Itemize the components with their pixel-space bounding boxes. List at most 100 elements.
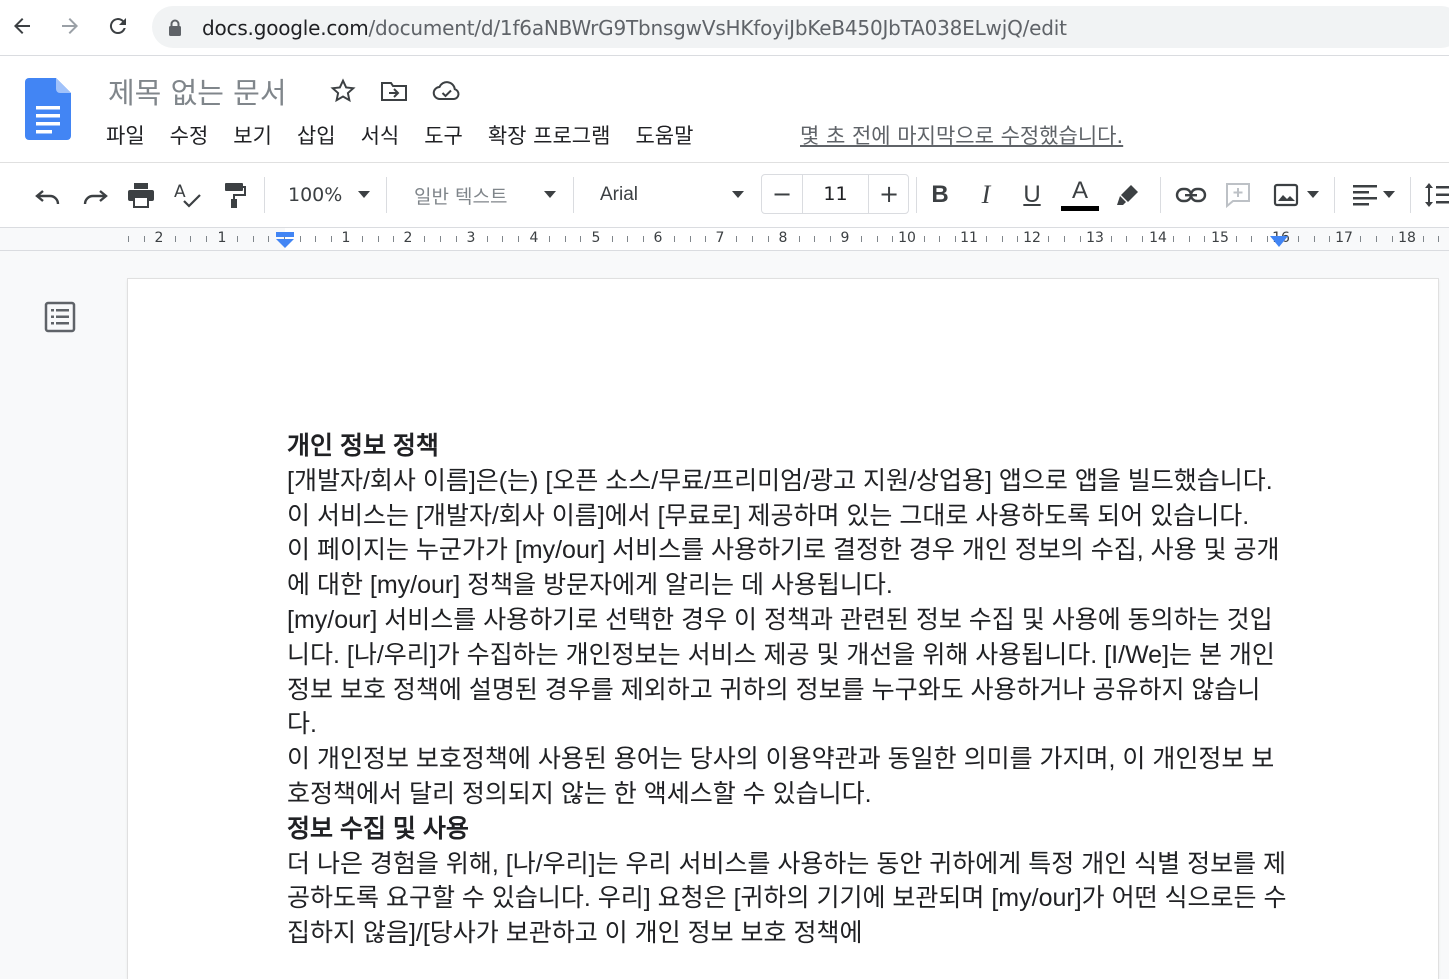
right-indent-marker-icon[interactable] [1269, 236, 1289, 248]
insert-link-button[interactable] [1173, 177, 1209, 213]
menu-file[interactable]: 파일 [106, 120, 145, 150]
back-button[interactable] [4, 8, 40, 44]
menu-insert[interactable]: 삽입 [297, 120, 336, 150]
font-size-input[interactable]: 11 [803, 175, 868, 213]
underline-icon: U [1023, 181, 1041, 208]
svg-text:A: A [174, 182, 186, 202]
underline-button[interactable]: U [1014, 177, 1050, 213]
ruler-tick [1329, 236, 1330, 242]
document-page[interactable]: 개인 정보 정책 [개발자/회사 이름]은(는) [오픈 소스/무료/프리미엄/… [128, 279, 1438, 979]
ruler-number: 1 [341, 230, 351, 246]
ruler-tick [253, 236, 254, 242]
menu-edit[interactable]: 수정 [170, 120, 209, 150]
menu-view[interactable]: 보기 [233, 120, 272, 150]
align-dropdown-icon [1383, 191, 1395, 198]
ruler-number: 5 [591, 230, 601, 246]
line-spacing-icon [1425, 183, 1449, 207]
line-spacing-button[interactable] [1424, 177, 1449, 213]
text-color-icon: A [1071, 177, 1088, 204]
redo-button[interactable] [77, 177, 113, 213]
menu-format[interactable]: 서식 [361, 120, 400, 150]
decrease-font-size-button[interactable]: − [762, 175, 802, 213]
document-outline-icon[interactable] [44, 301, 76, 333]
menu-tools[interactable]: 도구 [424, 120, 463, 150]
ruler-number: 2 [154, 230, 164, 246]
print-button[interactable] [123, 177, 159, 213]
ruler-tick [1314, 236, 1315, 242]
ruler-tick [814, 236, 815, 242]
ruler-tick [768, 236, 769, 242]
font-value: Arial [600, 184, 639, 205]
docs-header: 제목 없는 문서 파일 수정 보기 삽입 서식 도구 확장 프로그램 도움말 몇… [0, 56, 1449, 163]
ruler-number: 8 [778, 230, 788, 246]
ruler-tick [861, 236, 862, 242]
align-button[interactable] [1348, 177, 1400, 213]
paint-format-button[interactable] [216, 177, 252, 213]
document-canvas: 개인 정보 정책 [개발자/회사 이름]은(는) [오픈 소스/무료/프리미엄/… [0, 251, 1449, 979]
spellcheck-button[interactable]: A [169, 177, 205, 213]
ruler-tick [144, 236, 145, 242]
last-edit-link[interactable]: 몇 초 전에 마지막으로 수정했습니다. [800, 120, 1123, 150]
url-host: docs.google.com [202, 16, 369, 40]
ruler-tick [736, 236, 737, 242]
toolbar-separator [573, 177, 574, 213]
forward-arrow-icon [62, 18, 78, 34]
toolbar-separator [1410, 177, 1411, 213]
menu-extensions[interactable]: 확장 프로그램 [488, 120, 611, 150]
bold-button[interactable]: B [922, 177, 958, 213]
toolbar-separator [264, 177, 265, 213]
document-title[interactable]: 제목 없는 문서 [108, 70, 287, 112]
ruler-tick [1173, 236, 1174, 242]
menu-bar: 파일 수정 보기 삽입 서식 도구 확장 프로그램 도움말 [106, 120, 718, 150]
docs-logo[interactable] [25, 78, 71, 144]
ruler-tick [627, 236, 628, 242]
move-to-folder-icon[interactable] [380, 78, 408, 104]
ruler-tick [1111, 236, 1112, 242]
back-arrow-icon [14, 18, 30, 34]
document-body[interactable]: 개인 정보 정책 [개발자/회사 이름]은(는) [오픈 소스/무료/프리미엄/… [287, 429, 1287, 951]
paragraph-style-select[interactable]: 일반 텍스트 [400, 177, 565, 213]
ruler-tick [393, 236, 394, 242]
undo-button[interactable] [30, 177, 66, 213]
ruler-tick [955, 236, 956, 242]
image-dropdown-icon [1307, 191, 1319, 198]
ruler-tick [1126, 236, 1127, 242]
redo-icon [83, 190, 108, 205]
highlighter-icon [1117, 185, 1138, 205]
italic-button[interactable]: I [968, 177, 1004, 213]
highlight-color-button[interactable] [1110, 177, 1146, 213]
left-indent-marker-icon[interactable] [275, 232, 295, 248]
heading-privacy-policy: 개인 정보 정책 [287, 432, 439, 460]
cloud-saved-icon[interactable] [432, 78, 462, 104]
font-select[interactable]: Arial [588, 177, 753, 213]
menu-help[interactable]: 도움말 [635, 120, 693, 150]
ruler-number: 2 [403, 230, 413, 246]
text-color-button[interactable]: A [1060, 177, 1100, 213]
increase-font-size-button[interactable]: + [869, 175, 909, 213]
add-comment-button[interactable] [1220, 177, 1256, 213]
ruler-tick [643, 236, 644, 242]
ruler-tick [892, 236, 893, 242]
spellcheck-icon: A [174, 182, 201, 208]
docs-logo-icon [25, 78, 71, 140]
formatting-toolbar: A 100% 일반 텍스트 Arial − 11 + B I U A [0, 163, 1449, 228]
image-icon [1273, 183, 1299, 207]
ruler-tick [1017, 236, 1018, 242]
ruler-tick [674, 236, 675, 242]
reload-button[interactable] [100, 8, 136, 44]
ruler-tick [612, 236, 613, 242]
ruler-tick [1048, 236, 1049, 242]
ruler[interactable]: 21123456789101112131415161718 [0, 228, 1449, 251]
address-bar[interactable]: docs.google.com/document/d/1f6aNBWrG9Tbn… [152, 6, 1449, 48]
forward-button[interactable] [52, 8, 88, 44]
ruler-tick [1002, 236, 1003, 242]
ruler-tick [237, 236, 238, 242]
insert-image-button[interactable] [1266, 177, 1326, 213]
ruler-number: 6 [653, 230, 663, 246]
star-icon[interactable] [330, 78, 356, 104]
title-actions [330, 78, 462, 104]
zoom-select[interactable]: 100% [278, 177, 378, 213]
toolbar-separator [1334, 177, 1335, 213]
ruler-number: 14 [1149, 230, 1167, 246]
ruler-tick [1142, 236, 1143, 242]
